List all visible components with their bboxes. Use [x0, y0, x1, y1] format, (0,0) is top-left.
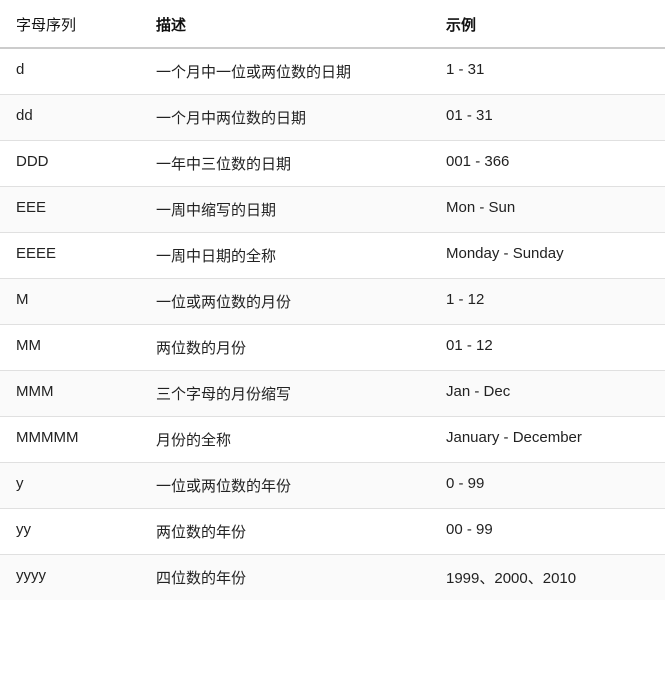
table-row: MM两位数的月份01 - 12 [0, 325, 665, 371]
cell-description: 一个月中两位数的日期 [140, 95, 430, 141]
table-row: EEE一周中缩写的日期Mon - Sun [0, 187, 665, 233]
cell-pattern: EEE [0, 187, 140, 233]
table-row: y一位或两位数的年份0 - 99 [0, 463, 665, 509]
cell-example: 01 - 12 [430, 325, 665, 371]
cell-description: 两位数的年份 [140, 509, 430, 555]
cell-example: 00 - 99 [430, 509, 665, 555]
cell-pattern: MMMMM [0, 417, 140, 463]
cell-description: 一位或两位数的年份 [140, 463, 430, 509]
cell-example: January - December [430, 417, 665, 463]
table-row: yyyy四位数的年份1999、2000、2010 [0, 555, 665, 601]
cell-example: Monday - Sunday [430, 233, 665, 279]
cell-example: Mon - Sun [430, 187, 665, 233]
cell-description: 月份的全称 [140, 417, 430, 463]
cell-description: 一个月中一位或两位数的日期 [140, 48, 430, 95]
table-row: DDD一年中三位数的日期001 - 366 [0, 141, 665, 187]
cell-pattern: MMM [0, 371, 140, 417]
cell-pattern: d [0, 48, 140, 95]
table-row: MMM三个字母的月份缩写Jan - Dec [0, 371, 665, 417]
cell-description: 一年中三位数的日期 [140, 141, 430, 187]
table-row: yy两位数的年份00 - 99 [0, 509, 665, 555]
cell-pattern: DDD [0, 141, 140, 187]
table-row: M一位或两位数的月份1 - 12 [0, 279, 665, 325]
cell-pattern: M [0, 279, 140, 325]
cell-pattern: EEEE [0, 233, 140, 279]
cell-pattern: yyyy [0, 555, 140, 601]
header-example: 示例 [430, 0, 665, 48]
cell-pattern: y [0, 463, 140, 509]
cell-example: 01 - 31 [430, 95, 665, 141]
cell-description: 一位或两位数的月份 [140, 279, 430, 325]
table-row: d一个月中一位或两位数的日期1 - 31 [0, 48, 665, 95]
cell-description: 三个字母的月份缩写 [140, 371, 430, 417]
cell-example: 1 - 12 [430, 279, 665, 325]
cell-description: 四位数的年份 [140, 555, 430, 601]
cell-example: 0 - 99 [430, 463, 665, 509]
cell-example: 001 - 366 [430, 141, 665, 187]
cell-description: 两位数的月份 [140, 325, 430, 371]
format-table-container: 字母序列 描述 示例 d一个月中一位或两位数的日期1 - 31dd一个月中两位数… [0, 0, 665, 600]
header-description: 描述 [140, 0, 430, 48]
cell-description: 一周中日期的全称 [140, 233, 430, 279]
cell-pattern: MM [0, 325, 140, 371]
cell-example: Jan - Dec [430, 371, 665, 417]
cell-pattern: yy [0, 509, 140, 555]
table-row: dd一个月中两位数的日期01 - 31 [0, 95, 665, 141]
format-table: 字母序列 描述 示例 d一个月中一位或两位数的日期1 - 31dd一个月中两位数… [0, 0, 665, 600]
cell-example: 1999、2000、2010 [430, 555, 665, 601]
cell-description: 一周中缩写的日期 [140, 187, 430, 233]
table-row: EEEE一周中日期的全称Monday - Sunday [0, 233, 665, 279]
table-header-row: 字母序列 描述 示例 [0, 0, 665, 48]
header-pattern: 字母序列 [0, 0, 140, 48]
cell-example: 1 - 31 [430, 48, 665, 95]
table-row: MMMMM月份的全称January - December [0, 417, 665, 463]
cell-pattern: dd [0, 95, 140, 141]
